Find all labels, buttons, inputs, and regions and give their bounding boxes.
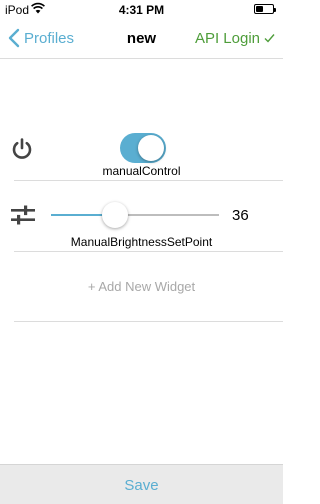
toggle-knob — [138, 135, 164, 161]
back-button-label: Profiles — [24, 29, 75, 47]
api-login-label: API Login — [194, 29, 260, 47]
chevron-left-icon — [8, 28, 20, 48]
back-button[interactable]: Profiles — [8, 26, 74, 50]
manual-control-label: manualControl — [102, 164, 181, 178]
widget-divider — [14, 180, 283, 181]
brightness-setpoint-label: ManualBrightnessSetPoint — [70, 235, 213, 249]
save-button[interactable]: Save — [0, 477, 283, 494]
navigation-bar: Profiles new API Login — [0, 20, 283, 58]
nav-divider — [0, 58, 283, 59]
brightness-slider[interactable] — [51, 200, 219, 230]
battery-icon — [254, 4, 276, 14]
add-widget-divider — [14, 321, 283, 322]
slider-thumb[interactable] — [101, 202, 128, 228]
api-login-button[interactable]: API Login — [195, 26, 275, 50]
add-new-widget-button[interactable]: + Add New Widget — [0, 279, 283, 294]
sliders-icon — [11, 205, 35, 225]
power-icon — [12, 138, 32, 159]
check-icon — [264, 34, 275, 43]
widget-divider — [14, 251, 283, 252]
status-time: 4:31 PM — [118, 3, 165, 17]
manual-control-toggle[interactable] — [120, 133, 166, 163]
status-bar: iPod 4:31 PM — [0, 0, 283, 20]
bottom-bar: Save — [0, 464, 283, 504]
slider-value: 36 — [232, 207, 249, 224]
